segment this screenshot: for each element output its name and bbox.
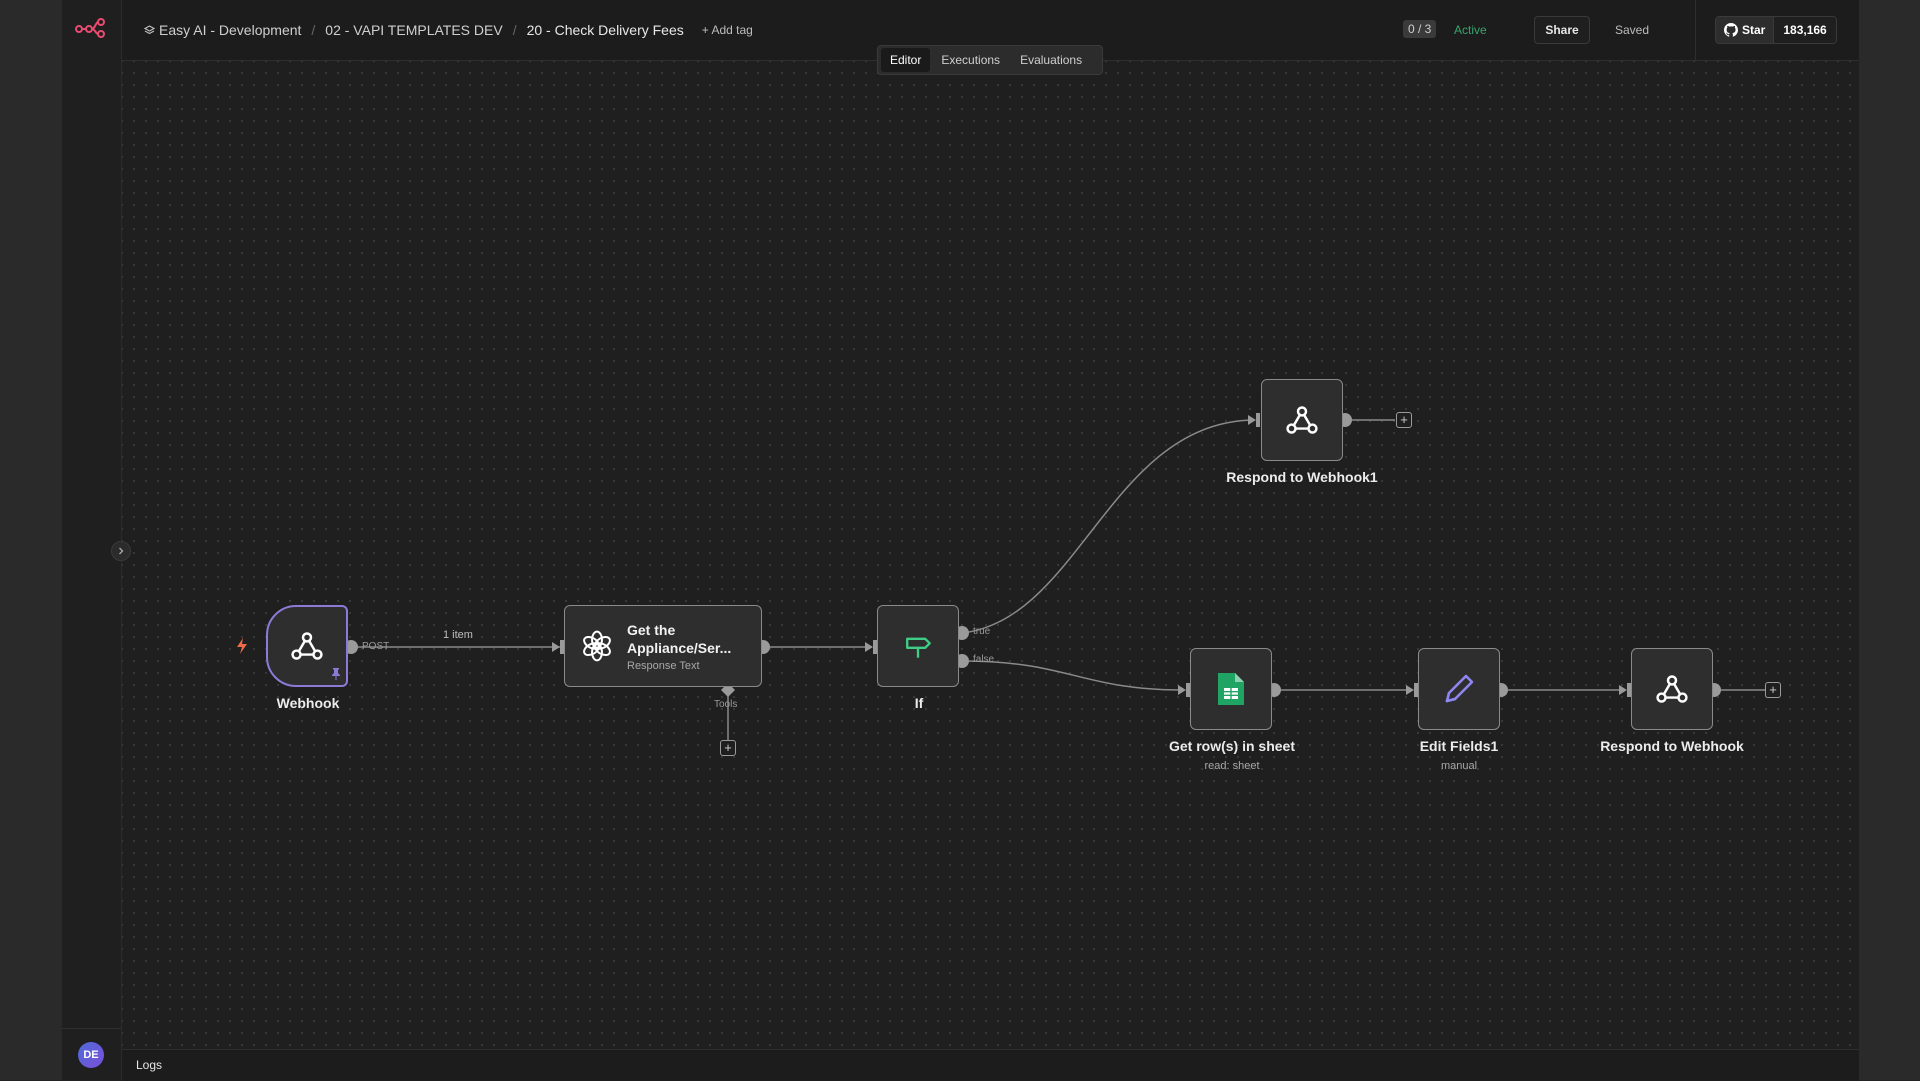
breadcrumb-separator: / bbox=[311, 22, 316, 38]
edge-item-count: 1 item bbox=[443, 629, 473, 641]
openai-node-texts: Get the Appliance/Ser... Response Text bbox=[627, 621, 739, 672]
webhook-icon bbox=[1286, 406, 1318, 434]
webhook-output-label: POST bbox=[362, 641, 390, 652]
layers-icon bbox=[144, 24, 155, 34]
tab-evaluations[interactable]: Evaluations bbox=[1011, 48, 1091, 72]
signpost-icon bbox=[906, 637, 931, 658]
workflow-name[interactable]: 20 - Check Delivery Fees bbox=[527, 22, 684, 38]
breadcrumb-separator: / bbox=[512, 22, 517, 38]
trigger-bolt-icon bbox=[237, 638, 247, 654]
node-subtitle-get-rows: read: sheet bbox=[1204, 760, 1260, 772]
sidebar-expand-button[interactable] bbox=[111, 541, 131, 561]
view-tabs: Editor Executions Evaluations bbox=[877, 45, 1103, 75]
left-margin bbox=[0, 0, 62, 1080]
node-get-rows-in-sheet[interactable] bbox=[1190, 648, 1272, 730]
if-false-label: false bbox=[973, 654, 995, 665]
n8n-logo-icon[interactable] bbox=[74, 16, 108, 38]
tools-port-label: Tools bbox=[714, 699, 738, 710]
sidebar-divider bbox=[62, 1028, 121, 1029]
breadcrumb-project[interactable]: Easy AI - Development bbox=[144, 22, 301, 38]
add-tool-button[interactable]: + bbox=[720, 740, 736, 756]
saved-status: Saved bbox=[1615, 23, 1650, 37]
node-subtitle-edit-fields: manual bbox=[1440, 760, 1478, 772]
add-node-after-respond-button[interactable]: + bbox=[1765, 682, 1781, 698]
node-respond-to-webhook[interactable] bbox=[1631, 648, 1713, 730]
breadcrumb: Easy AI - Development / 02 - VAPI TEMPLA… bbox=[144, 22, 753, 38]
node-label-webhook: Webhook bbox=[276, 695, 340, 711]
webhook-icon bbox=[291, 632, 323, 660]
github-star-button[interactable]: Star 183,166 bbox=[1715, 16, 1837, 44]
github-star-count: 183,166 bbox=[1774, 17, 1836, 43]
webhook-icon bbox=[1656, 675, 1688, 703]
active-status[interactable]: Active bbox=[1454, 23, 1487, 37]
breadcrumb-folder[interactable]: 02 - VAPI TEMPLATES DEV bbox=[325, 22, 502, 38]
share-button[interactable]: Share bbox=[1534, 16, 1590, 44]
chevron-right-icon bbox=[119, 547, 124, 555]
github-star-label: Star bbox=[1742, 23, 1766, 37]
node-edit-fields1[interactable] bbox=[1418, 648, 1500, 730]
google-sheets-icon bbox=[1218, 673, 1244, 705]
node-label-if: If bbox=[914, 695, 924, 711]
sidebar: DE bbox=[62, 0, 122, 1080]
node-label-get-rows: Get row(s) in sheet bbox=[1168, 738, 1296, 754]
logs-label: Logs bbox=[136, 1058, 163, 1072]
logs-panel[interactable]: Logs bbox=[122, 1049, 1859, 1081]
header-divider bbox=[1695, 0, 1696, 60]
node-label-respond-to-webhook: Respond to Webhook bbox=[1600, 738, 1744, 754]
node-title-openai: Get the Appliance/Ser... bbox=[627, 621, 732, 656]
github-star-part: Star bbox=[1716, 17, 1775, 43]
tab-editor[interactable]: Editor bbox=[881, 48, 931, 72]
node-label-edit-fields: Edit Fields1 bbox=[1419, 738, 1499, 754]
activation-counter: 0 / 3 bbox=[1403, 20, 1437, 38]
if-true-label: true bbox=[973, 626, 991, 637]
github-icon bbox=[1724, 23, 1738, 37]
node-openai[interactable]: Get the Appliance/Ser... Response Text bbox=[564, 605, 762, 687]
workflow-canvas[interactable] bbox=[122, 61, 1859, 1049]
node-respond-to-webhook1[interactable] bbox=[1261, 379, 1343, 461]
node-subtitle-openai: Response Text bbox=[627, 659, 700, 672]
tab-executions[interactable]: Executions bbox=[932, 48, 1009, 72]
add-tag-button[interactable]: + Add tag bbox=[702, 23, 753, 37]
pin-icon bbox=[332, 668, 340, 680]
add-node-after-respond1-button[interactable]: + bbox=[1396, 412, 1412, 428]
right-margin bbox=[1859, 0, 1920, 1080]
pencil-icon bbox=[1445, 674, 1474, 703]
openai-icon bbox=[583, 630, 611, 662]
avatar[interactable]: DE bbox=[78, 1042, 104, 1068]
node-label-respond-to-webhook1: Respond to Webhook1 bbox=[1226, 469, 1378, 485]
breadcrumb-project-label: Easy AI - Development bbox=[159, 22, 302, 38]
node-if[interactable] bbox=[877, 605, 959, 687]
